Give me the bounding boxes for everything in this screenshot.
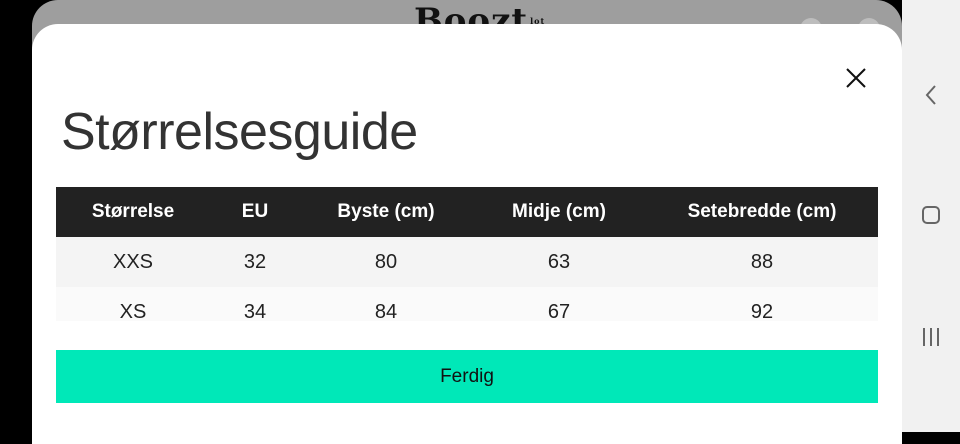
column-header-waist: Midje (cm) <box>512 201 606 222</box>
table-cell: 67 <box>547 300 571 322</box>
table-cell: 63 <box>547 250 571 273</box>
table-header-row: Størrelse EU Byste (cm) Midje (cm) Seteb… <box>56 187 878 237</box>
home-icon <box>922 206 940 224</box>
recents-icon <box>923 328 939 346</box>
column-header-size: Størrelse <box>91 201 175 222</box>
back-icon <box>925 85 936 105</box>
close-button[interactable] <box>840 62 872 94</box>
system-navigation-bar <box>902 0 960 432</box>
column-header-eu: EU <box>241 201 269 222</box>
nav-home-button[interactable] <box>902 200 960 230</box>
table-cell: 34 <box>243 300 267 322</box>
table-row: XXS 32 80 63 88 <box>56 237 878 287</box>
table-cell: XS <box>119 300 147 322</box>
size-guide-modal: Størrelsesguide Størrelse EU Byste (cm) … <box>32 24 902 444</box>
size-table: Størrelse EU Byste (cm) Midje (cm) Seteb… <box>56 187 878 321</box>
page-title: Størrelsesguide <box>61 103 418 161</box>
table-cell: XXS <box>112 250 154 273</box>
column-header-bust: Byste (cm) <box>337 201 435 222</box>
close-icon <box>846 68 866 88</box>
table-cell: 32 <box>243 250 267 273</box>
size-table-container[interactable]: Størrelse EU Byste (cm) Midje (cm) Seteb… <box>56 187 878 321</box>
table-cell: 92 <box>750 300 774 322</box>
table-cell: 84 <box>374 300 398 322</box>
column-header-hip: Setebredde (cm) <box>687 201 837 222</box>
table-row: XS 34 84 67 92 <box>56 287 878 321</box>
nav-recents-button[interactable] <box>902 322 960 352</box>
table-cell: 80 <box>374 250 398 273</box>
done-button[interactable]: Ferdig <box>56 350 878 403</box>
table-cell: 88 <box>750 250 774 273</box>
nav-back-button[interactable] <box>902 80 960 110</box>
